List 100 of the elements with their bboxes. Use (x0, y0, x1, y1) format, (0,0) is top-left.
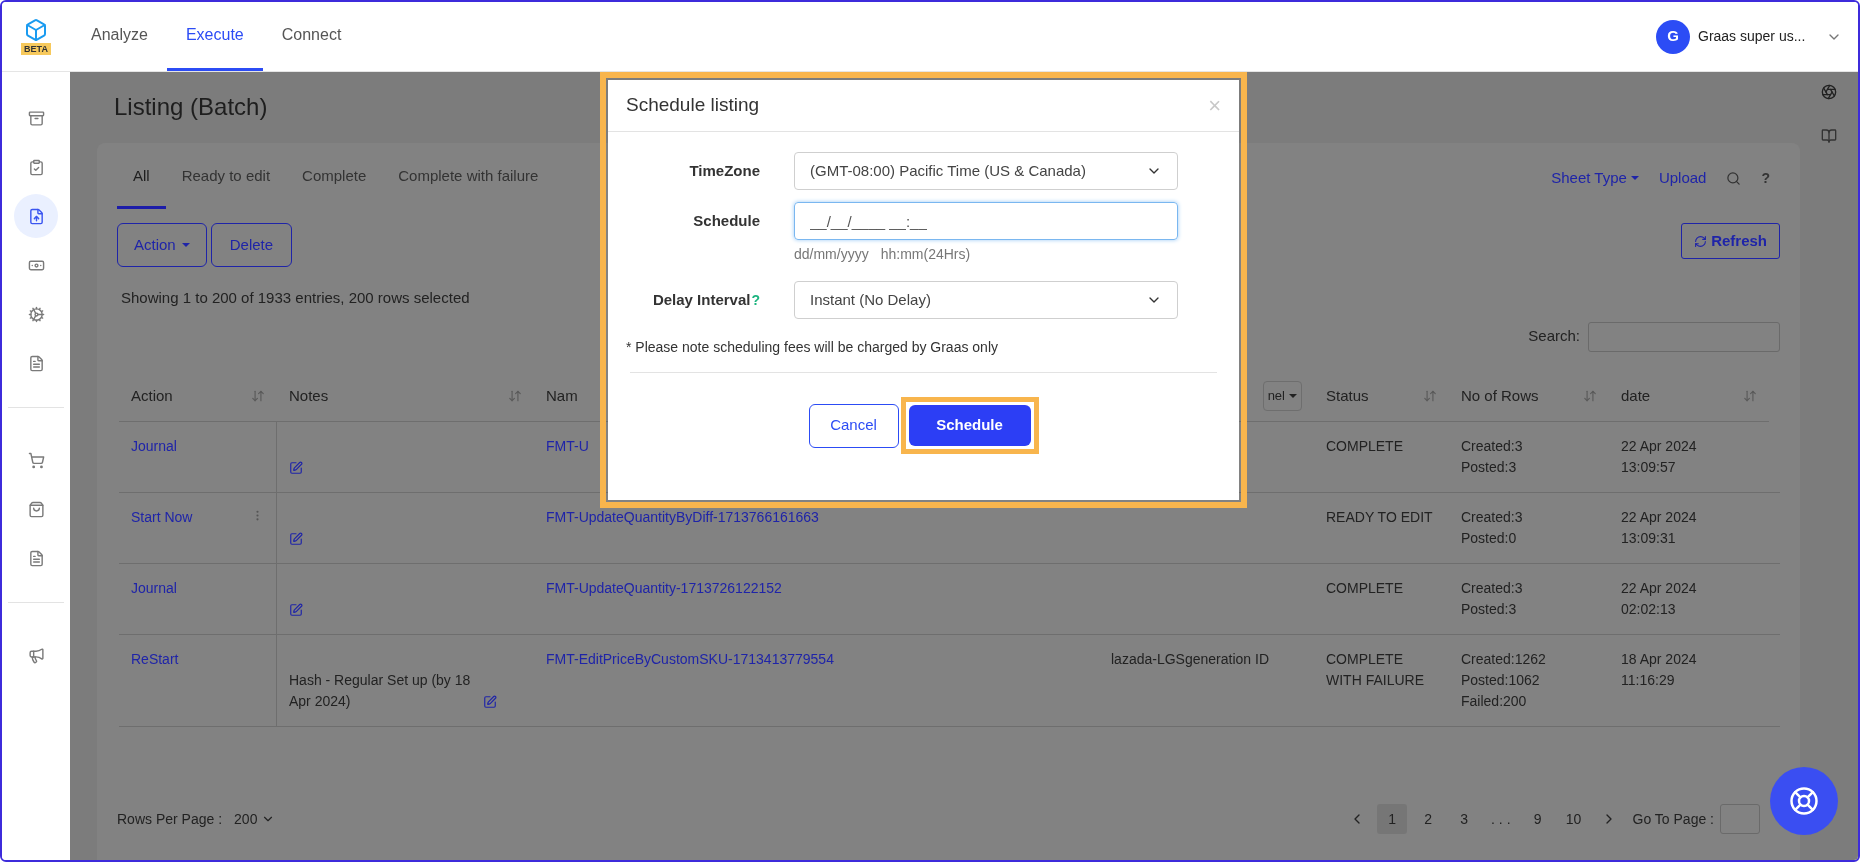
caret-icon (1630, 176, 1639, 180)
page-button[interactable]: 9 (1522, 804, 1553, 834)
status-cell: COMPLETE WITH FAILURE (1326, 650, 1424, 688)
row-action-link[interactable]: ReStart (131, 648, 179, 670)
nav-tab[interactable]: Connect (262, 2, 361, 71)
user-name[interactable]: Graas super us... (1698, 26, 1810, 47)
bag-icon (27, 500, 45, 518)
fee-note: * Please note scheduling fees will be charged by Graas only (626, 338, 999, 357)
edit-icon[interactable] (289, 602, 303, 617)
book-icon[interactable] (1821, 128, 1837, 144)
column-header[interactable]: Action (131, 384, 173, 408)
row-action-link[interactable]: Journal (131, 435, 177, 457)
filter-tab[interactable]: All (117, 147, 166, 209)
clipboard-check-icon (27, 158, 45, 176)
sort-icon[interactable] (251, 389, 265, 403)
sort-icon[interactable] (1423, 389, 1437, 403)
channel-dropdown[interactable]: nel (1262, 381, 1302, 411)
column-header[interactable]: No of Rows (1461, 384, 1539, 408)
rows-per-page-label: Rows Per Page : (117, 809, 223, 829)
search-field[interactable] (1588, 321, 1780, 352)
row-count-text: Created:3 (1461, 436, 1524, 456)
rows-per-page-select[interactable]: 200 (234, 808, 276, 830)
note-text: Hash - Regular Set up (by 18 Apr 2024) (289, 670, 472, 711)
row-count-text: Created:1262 (1461, 649, 1547, 669)
upload-link[interactable]: Upload (1658, 166, 1707, 190)
date-text: 18 Apr 2024 (1621, 649, 1698, 669)
sort-icon[interactable] (1743, 389, 1757, 403)
listing-name-link[interactable]: FMT-UpdateQuantity-1713726122152 (546, 579, 782, 596)
edit-icon[interactable] (289, 531, 303, 546)
date-text: 11:16:29 (1621, 670, 1676, 690)
format-hint: dd/mm/yyyy (794, 245, 869, 264)
sort-icon[interactable] (508, 389, 522, 403)
status-cell: COMPLETE (1326, 437, 1403, 454)
dialog-title: Schedule listing (626, 93, 760, 118)
date-text: 02:02:13 (1621, 599, 1677, 619)
listing-name-link[interactable]: FMT-U (546, 437, 589, 454)
row-count-text: Posted:0 (1461, 528, 1518, 548)
cancel-button[interactable]: Cancel (808, 403, 899, 448)
page-button[interactable]: 2 (1413, 804, 1444, 834)
column-header[interactable]: date (1621, 384, 1651, 408)
field-label: TimeZone (689, 160, 760, 181)
page-button[interactable]: 10 (1558, 804, 1589, 834)
status-cell: COMPLETE (1326, 579, 1403, 596)
date-text: 13:09:57 (1621, 457, 1677, 477)
sheet-type-dropdown[interactable]: Sheet Type (1551, 166, 1639, 190)
sort-icon[interactable] (1583, 389, 1597, 403)
go-to-page-field[interactable] (1720, 804, 1760, 834)
page-title: Listing (Batch) (114, 92, 268, 122)
search-label: Search: (1528, 326, 1580, 347)
column-header[interactable]: Status (1326, 384, 1369, 408)
schedule-input[interactable]: __/__/____ __:__ (794, 202, 1178, 240)
column-header[interactable]: Nam (546, 384, 578, 408)
go-to-page-label: Go To Page : (1632, 809, 1714, 829)
edit-icon[interactable] (483, 694, 497, 709)
refresh-icon (1694, 234, 1708, 248)
page-button[interactable]: 1 (1377, 804, 1408, 834)
sidebar-item[interactable] (14, 194, 58, 238)
column-header[interactable]: Notes (289, 384, 329, 408)
channel-cell: lazada-LGSgeneration ID (1111, 650, 1269, 667)
row-count-text: Failed:200 (1461, 691, 1528, 711)
action-dropdown[interactable]: Action (117, 223, 207, 267)
document-icon (27, 549, 45, 567)
dropdown-select[interactable]: Instant (No Delay) (794, 281, 1178, 319)
row-count-text: Posted:3 (1461, 599, 1518, 619)
status-cell: READY TO EDIT (1326, 508, 1433, 525)
dropdown-select[interactable]: (GMT-08:00) Pacific Time (US & Canada) (794, 152, 1178, 190)
page-button[interactable]: . . . (1485, 804, 1517, 834)
listing-name-link[interactable]: FMT-UpdateQuantityByDiff-1713766161663 (546, 508, 819, 525)
caret-icon (1289, 394, 1297, 398)
row-count-text: Posted:3 (1461, 457, 1518, 477)
cart-icon (27, 451, 45, 469)
filter-tab[interactable]: Complete (286, 147, 383, 209)
date-text: 22 Apr 2024 (1621, 507, 1698, 527)
delete-button[interactable]: Delete (210, 223, 293, 267)
caret-icon (181, 243, 190, 247)
date-text: 22 Apr 2024 (1621, 578, 1698, 598)
schedule-button[interactable]: Schedule (908, 405, 1031, 446)
date-text: 13:09:31 (1621, 528, 1677, 548)
refresh-button[interactable]: Refresh (1681, 223, 1780, 259)
listing-name-link[interactable]: FMT-EditPriceByCustomSKU-1713413779554 (546, 650, 834, 667)
document-icon (27, 354, 45, 372)
lifebuoy-icon (1789, 786, 1819, 816)
search-icon[interactable] (1726, 170, 1742, 186)
row-action-link[interactable]: Start Now (131, 506, 193, 528)
cube-logo-icon[interactable] (24, 18, 48, 42)
row-count-text: Created:3 (1461, 578, 1524, 598)
format-hint: hh:mm(24Hrs) (880, 245, 971, 264)
edit-icon[interactable] (289, 460, 303, 475)
user-avatar[interactable]: G (1656, 19, 1690, 54)
page-button[interactable]: 3 (1449, 804, 1480, 834)
date-text: 22 Apr 2024 (1621, 436, 1698, 456)
aperture-icon[interactable] (1821, 84, 1837, 100)
gear-icon (27, 305, 45, 323)
filter-tab[interactable]: Complete with failure (382, 147, 555, 209)
row-action-link[interactable]: Journal (131, 577, 177, 599)
archive-icon (27, 109, 45, 127)
filter-tab[interactable]: Ready to edit (165, 147, 287, 209)
help-mark[interactable]: ? (751, 289, 760, 311)
nav-tab[interactable]: Analyze (72, 2, 167, 71)
help-link[interactable]: ? (1761, 167, 1770, 189)
